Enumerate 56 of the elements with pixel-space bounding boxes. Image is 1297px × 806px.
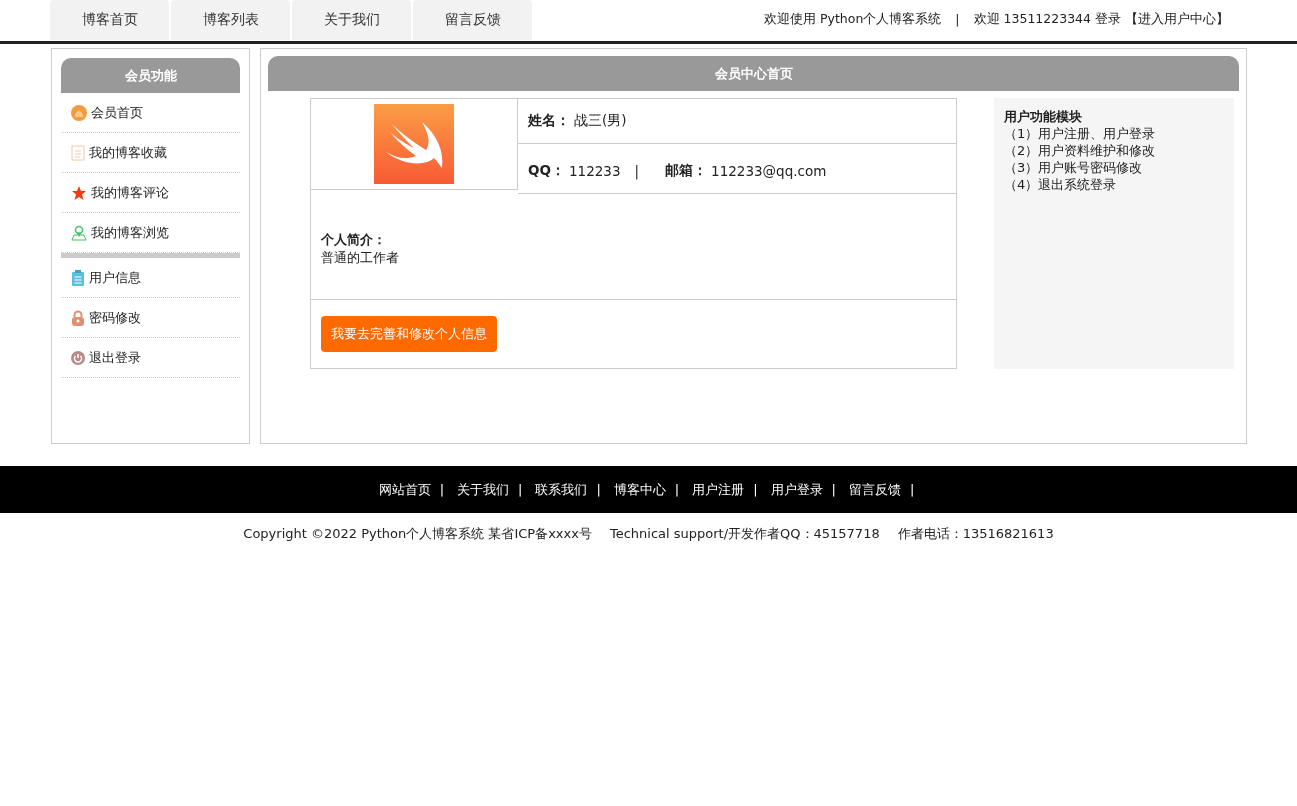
- field-label: QQ：: [528, 161, 565, 180]
- sidebar-item[interactable]: 我的博客收藏: [61, 133, 240, 173]
- copyright-text: Copyright ©2022 Python个人博客系统 某省ICP备xxxx号: [243, 525, 592, 543]
- separator: |: [596, 482, 601, 497]
- welcome-text: 欢迎使用 Python个人博客系统: [764, 10, 942, 28]
- intro-label: 个人简介：: [321, 230, 387, 249]
- sidebar-item[interactable]: 会员首页: [61, 93, 240, 133]
- support-text: Technical support/开发作者QQ：45157718: [609, 525, 880, 543]
- house-icon: [71, 104, 87, 121]
- footer-link[interactable]: 博客中心: [613, 480, 666, 499]
- user-center-link[interactable]: 【进入用户中心】: [1125, 10, 1229, 28]
- star-icon: [71, 184, 87, 201]
- name-value: 战三(男): [574, 112, 627, 130]
- separator: |: [634, 162, 640, 179]
- separator: |: [831, 482, 836, 497]
- footer-link[interactable]: 关于我们: [457, 480, 509, 499]
- separator: |: [439, 482, 444, 497]
- module-title: 用户功能模块: [1004, 108, 1083, 125]
- separator: |: [674, 482, 680, 497]
- sidebar-item[interactable]: 密码修改: [61, 298, 240, 338]
- sidebar-item[interactable]: 我的博客浏览: [61, 213, 240, 253]
- footer-link[interactable]: 用户登录: [770, 480, 823, 499]
- separator: |: [955, 11, 960, 27]
- footer-link[interactable]: 网站首页: [378, 480, 431, 499]
- sidebar-item[interactable]: 用户信息: [61, 258, 240, 298]
- document-icon: [71, 144, 85, 161]
- footer-link[interactable]: 留言反馈: [848, 480, 901, 499]
- module-item: （4）退出系统登录: [1004, 176, 1118, 193]
- separator: |: [753, 482, 758, 497]
- sidebar-item[interactable]: 退出登录: [61, 338, 240, 378]
- panel-title: 会员中心首页: [268, 56, 1239, 91]
- sidebar-item[interactable]: 我的博客评论: [61, 173, 240, 213]
- nav-tab[interactable]: 博客首页: [50, 0, 169, 40]
- field-label: 姓名：: [528, 112, 570, 130]
- lock-icon: [71, 309, 85, 326]
- footer-link[interactable]: 联系我们: [535, 480, 588, 499]
- nav-tab[interactable]: 关于我们: [292, 0, 411, 40]
- email-value: 112233@qq.com: [711, 162, 827, 179]
- nav-tab[interactable]: 留言反馈: [413, 0, 532, 40]
- nav-tab[interactable]: 博客列表: [171, 0, 290, 40]
- phone-text: 作者电话：13516821613: [897, 525, 1054, 543]
- user-login-text: 欢迎 13511223344 登录: [973, 10, 1121, 28]
- footer-link[interactable]: 用户注册: [692, 480, 745, 499]
- power-icon: [71, 350, 85, 365]
- separator: |: [909, 482, 915, 497]
- sidebar-title: 会员功能: [61, 58, 240, 93]
- field-label: 邮箱：: [665, 161, 708, 180]
- module-item: （2）用户资料维护和修改: [1004, 142, 1157, 159]
- module-item: （3）用户账号密码修改: [1004, 159, 1144, 176]
- separator: |: [518, 482, 523, 497]
- intro-text: 普通的工作者: [321, 248, 400, 267]
- location-pin-icon: [71, 224, 87, 241]
- clipboard-icon: [71, 269, 85, 286]
- bird-logo-icon: [374, 104, 454, 184]
- module-item: （1）用户注册、用户登录: [1004, 125, 1157, 142]
- qq-value: 112233: [568, 162, 621, 179]
